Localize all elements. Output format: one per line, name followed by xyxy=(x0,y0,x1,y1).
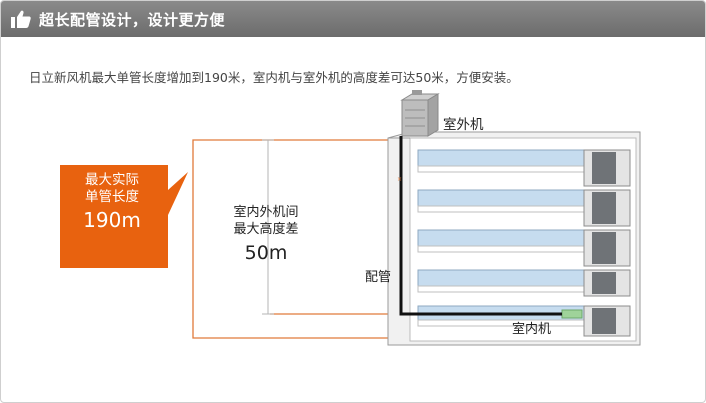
pipe-label: 配管 xyxy=(365,270,392,285)
indoor-unit-label: 室内机 xyxy=(512,322,552,337)
max-height-difference-label: 室内外机间 最大高度差 50m xyxy=(220,205,312,265)
callout-value: 190m xyxy=(83,207,141,232)
height-label-value: 50m xyxy=(244,241,288,264)
height-label-line-1: 室内外机间 xyxy=(233,205,299,220)
max-pipe-length-callout: 最大实际 单管长度 190m xyxy=(64,172,160,233)
svg-text:×: × xyxy=(397,176,402,183)
height-label-line-2: 最大高度差 xyxy=(233,221,299,237)
callout-line-2: 单管长度 xyxy=(85,188,139,205)
outdoor-unit-label: 室外机 xyxy=(443,117,484,133)
indoor-unit xyxy=(561,309,583,319)
floor-4 xyxy=(417,269,631,297)
callout-line-1: 最大实际 xyxy=(85,172,139,188)
outdoor-unit xyxy=(400,90,440,137)
